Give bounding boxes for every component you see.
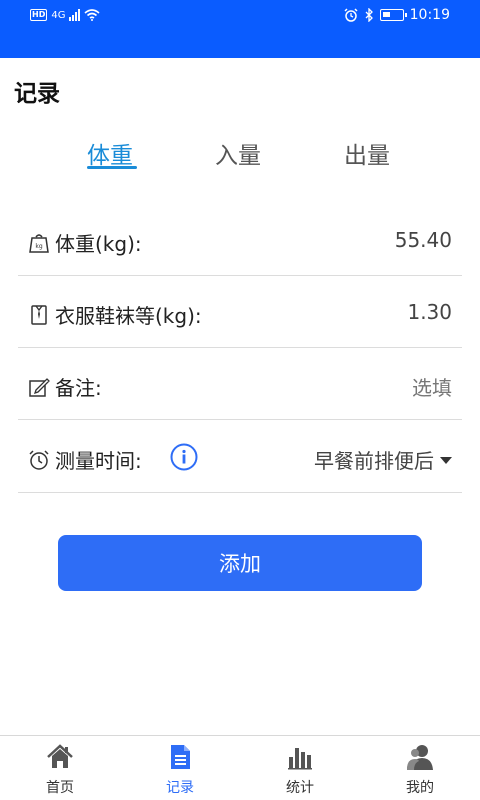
status-bar: HD 4G 10:19 <box>0 0 480 58</box>
tab-intake[interactable]: 入量 <box>215 136 261 170</box>
note-input[interactable]: 选填 <box>412 372 452 401</box>
hd-badge: HD <box>30 9 48 21</box>
bluetooth-icon <box>365 8 373 22</box>
user-icon <box>407 745 433 770</box>
weight-value[interactable]: 55.40 <box>395 228 452 252</box>
tabbar-home-label: 首页 <box>46 780 74 796</box>
page-title: 记录 <box>14 81 60 107</box>
tabbar-mine-label: 我的 <box>406 780 434 796</box>
alarm-status-icon <box>344 8 358 22</box>
scale-icon: kg <box>29 234 49 253</box>
add-button[interactable]: 添加 <box>58 535 422 591</box>
clothes-value[interactable]: 1.30 <box>407 300 452 324</box>
tab-active-indicator <box>87 166 137 169</box>
tabbar-record-label: 记录 <box>166 780 194 796</box>
bottom-tab-bar: 首页 记录 统计 我的 <box>0 735 480 800</box>
note-row[interactable]: 备注: 选填 <box>18 350 462 420</box>
measure-time-label: 测量时间: <box>55 449 142 473</box>
home-icon <box>47 744 73 768</box>
measure-time-value: 早餐前排便后 <box>314 449 434 473</box>
clothes-label: 衣服鞋袜等(kg): <box>55 304 202 328</box>
tabbar-mine[interactable]: 我的 <box>360 736 480 800</box>
tabbar-record[interactable]: 记录 <box>120 736 240 800</box>
measure-time-select[interactable]: 早餐前排便后 <box>314 445 452 474</box>
tabbar-home[interactable]: 首页 <box>0 736 120 800</box>
status-left: HD 4G <box>30 9 100 21</box>
tab-weight[interactable]: 体重 <box>87 136 133 170</box>
network-type: 4G <box>51 9 66 21</box>
measure-time-row[interactable]: 测量时间: 早餐前排便后 <box>18 423 462 493</box>
wifi-icon <box>84 9 100 21</box>
status-right: 10:19 <box>344 7 450 23</box>
tabbar-stats[interactable]: 统计 <box>240 736 360 800</box>
tabbar-stats-label: 统计 <box>286 780 314 796</box>
svg-text:kg: kg <box>35 243 42 250</box>
weight-row[interactable]: kg 体重(kg): 55.40 <box>18 206 462 276</box>
battery-icon <box>379 9 407 21</box>
note-label: 备注: <box>55 376 102 400</box>
status-time: 10:19 <box>409 7 450 23</box>
tab-output[interactable]: 出量 <box>344 136 390 170</box>
clothes-row[interactable]: 衣服鞋袜等(kg): 1.30 <box>18 278 462 348</box>
dropdown-caret-icon <box>440 457 452 464</box>
shirt-icon <box>31 305 47 325</box>
info-icon[interactable] <box>170 443 198 471</box>
edit-icon <box>29 378 50 397</box>
document-icon <box>171 745 190 769</box>
bar-chart-icon <box>288 748 312 770</box>
signal-icon <box>69 9 81 21</box>
tab-bar-top: 体重 入量 出量 <box>0 136 480 176</box>
weight-label: 体重(kg): <box>55 232 142 256</box>
alarm-icon <box>29 450 49 470</box>
